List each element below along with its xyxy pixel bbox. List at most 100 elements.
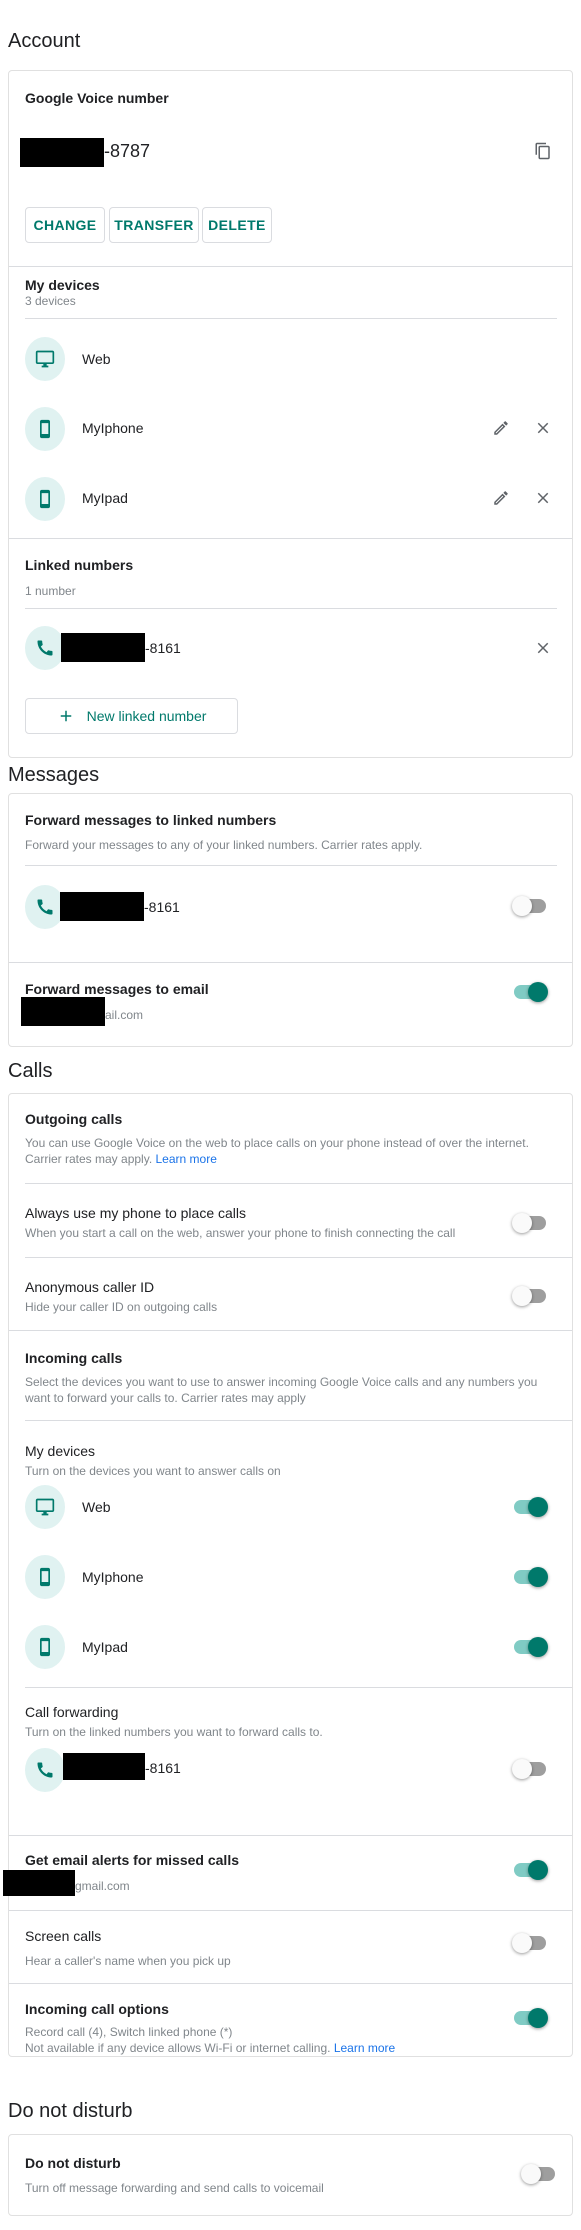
anonymous-caller-id-toggle[interactable] <box>512 1285 548 1307</box>
device-icon-circle <box>25 1625 65 1669</box>
divider <box>25 865 557 866</box>
plus-icon <box>60 710 71 722</box>
outgoing-learn-more-link[interactable]: Learn more <box>156 1152 217 1166</box>
dnd-title: Do not disturb <box>25 2155 121 2171</box>
smartphone-icon <box>40 1567 50 1587</box>
monitor-icon <box>35 1498 55 1516</box>
incoming-device-name: Web <box>82 1499 111 1515</box>
gv-number: -8787 <box>104 141 151 161</box>
email-alerts-address: gmail.com <box>75 1879 130 1893</box>
account-card: Google Voice number -8787 CHANGE TRANSFE… <box>8 70 573 758</box>
incoming-device-toggle-myipad[interactable] <box>512 1636 548 1658</box>
device-icon-circle <box>25 407 65 451</box>
divider <box>25 1183 572 1184</box>
email-alerts-toggle[interactable] <box>512 1859 548 1881</box>
divider <box>9 1910 572 1911</box>
incoming-call-options-learn-more-link[interactable]: Learn more <box>334 2041 395 2055</box>
phone-icon <box>37 1762 53 1778</box>
incoming-device-toggle-myiphone[interactable] <box>512 1566 548 1588</box>
call-forwarding-number: -8161 <box>145 1760 181 1776</box>
change-button[interactable]: CHANGE <box>25 207 105 243</box>
phone-icon-circle <box>25 626 65 670</box>
my-devices-count: 3 devices <box>25 294 76 308</box>
phone-icon <box>37 899 53 915</box>
monitor-icon <box>35 350 55 368</box>
email-alerts-title: Get email alerts for missed calls <box>25 1852 239 1868</box>
divider <box>25 1687 572 1688</box>
dnd-toggle[interactable] <box>521 2163 557 2185</box>
anonymous-caller-id-description: Hide your caller ID on outgoing calls <box>25 1300 218 1314</box>
account-heading: Account <box>8 30 81 52</box>
outgoing-description-text: You can use Google Voice on the web to p… <box>25 1136 529 1166</box>
delete-button[interactable]: DELETE <box>202 207 272 243</box>
redacted-number <box>61 633 145 662</box>
redacted-email <box>3 1870 75 1896</box>
incoming-device-name: MyIpad <box>82 1639 128 1655</box>
edit-icon[interactable] <box>489 416 513 440</box>
redacted-number <box>60 892 144 921</box>
dnd-description: Turn off message forwarding and send cal… <box>25 2181 324 2195</box>
redacted-number <box>20 138 104 167</box>
incoming-call-options-title: Incoming call options <box>25 2001 169 2017</box>
gv-number-title: Google Voice number <box>25 90 169 106</box>
smartphone-icon <box>40 489 50 509</box>
fwd-linked-number: -8161 <box>144 899 180 915</box>
outgoing-description: You can use Google Voice on the web to p… <box>25 1135 545 1167</box>
divider <box>25 1257 572 1258</box>
incoming-call-options-toggle[interactable] <box>512 2007 548 2029</box>
call-forwarding-toggle[interactable] <box>512 1758 548 1780</box>
smartphone-icon <box>40 419 50 439</box>
messages-heading: Messages <box>8 764 100 786</box>
device-icon-circle <box>25 1485 65 1529</box>
outgoing-title: Outgoing calls <box>25 1111 123 1127</box>
incoming-description: Select the devices you want to use to an… <box>25 1375 538 1405</box>
redacted-email <box>21 997 105 1026</box>
calls-heading: Calls <box>8 1060 53 1082</box>
linked-numbers-count: 1 number <box>25 584 76 598</box>
divider <box>25 318 557 319</box>
new-linked-number-button[interactable]: New linked number <box>25 698 238 734</box>
divider <box>9 962 572 963</box>
divider <box>9 1835 572 1836</box>
divider <box>25 608 557 609</box>
phone-icon-circle <box>25 1748 65 1792</box>
edit-icon[interactable] <box>489 486 513 510</box>
close-icon[interactable] <box>531 416 555 440</box>
incoming-call-options-line1: Record call (4), Switch linked phone (*) <box>25 2025 233 2039</box>
redacted-number <box>63 1753 145 1780</box>
dnd-card: Do not disturb Turn off message forwardi… <box>8 2134 573 2216</box>
device-name: MyIphone <box>82 420 144 436</box>
divider <box>9 266 572 267</box>
copy-icon[interactable] <box>531 139 555 163</box>
incoming-devices-title: My devices <box>25 1443 96 1459</box>
divider <box>9 1330 572 1331</box>
transfer-button[interactable]: TRANSFER <box>109 207 199 243</box>
linked-number: -8161 <box>145 640 181 656</box>
call-forwarding-description: Turn on the linked numbers you want to f… <box>25 1725 323 1739</box>
screen-calls-description: Hear a caller's name when you pick up <box>25 1954 231 1968</box>
screen-calls-title: Screen calls <box>25 1928 102 1944</box>
new-linked-number-label: New linked number <box>86 708 207 724</box>
always-use-phone-toggle[interactable] <box>512 1212 548 1234</box>
device-name: Web <box>82 351 111 367</box>
fwd-email-title: Forward messages to email <box>25 981 209 997</box>
fwd-linked-number-toggle[interactable] <box>512 895 548 917</box>
calls-card: Outgoing calls You can use Google Voice … <box>3 1093 573 2057</box>
linked-numbers-title: Linked numbers <box>25 557 134 573</box>
messages-card: Forward messages to linked numbers Forwa… <box>8 793 573 1047</box>
fwd-email-toggle[interactable] <box>512 981 548 1003</box>
always-use-phone-title: Always use my phone to place calls <box>25 1205 246 1221</box>
device-icon-circle <box>25 337 65 381</box>
close-icon[interactable] <box>531 636 555 660</box>
incoming-call-options-line2-text: Not available if any device allows Wi-Fi… <box>25 2041 331 2055</box>
screen-calls-toggle[interactable] <box>512 1932 548 1954</box>
incoming-title: Incoming calls <box>25 1350 123 1366</box>
close-icon[interactable] <box>531 486 555 510</box>
fwd-linked-description: Forward your messages to any of your lin… <box>25 838 423 852</box>
incoming-device-name: MyIphone <box>82 1569 144 1585</box>
fwd-email-address: ail.com <box>105 1008 144 1022</box>
dnd-heading: Do not disturb <box>8 2100 133 2122</box>
incoming-device-toggle-web[interactable] <box>512 1496 548 1518</box>
device-icon-circle <box>25 477 65 521</box>
call-forwarding-title: Call forwarding <box>25 1704 119 1720</box>
